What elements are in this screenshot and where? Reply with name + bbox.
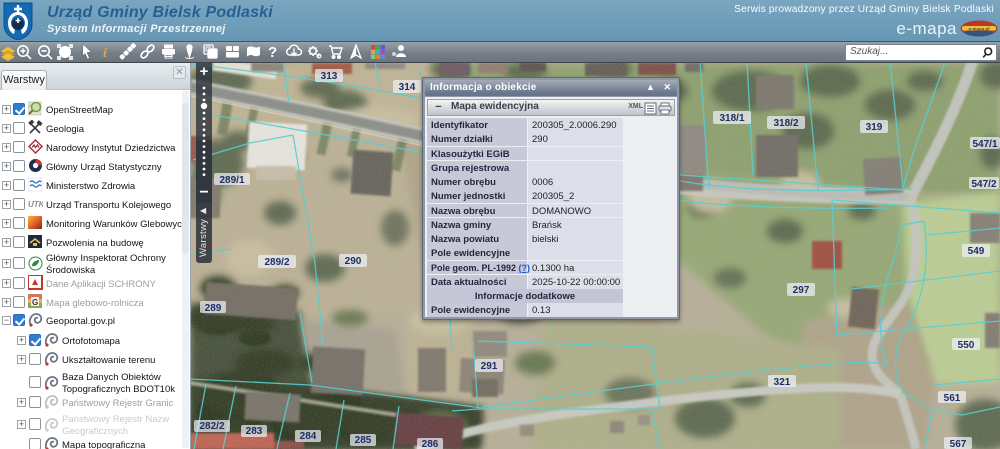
svg-text:547/1: 547/1: [972, 139, 997, 150]
svg-text:?: ?: [268, 44, 277, 61]
svg-text:318/1: 318/1: [719, 113, 744, 124]
svg-text:289/1: 289/1: [219, 175, 244, 186]
svg-text:318/2: 318/2: [773, 118, 798, 129]
svg-text:547/2: 547/2: [971, 179, 996, 190]
svg-text:G: G: [32, 298, 38, 307]
svg-text:550: 550: [958, 340, 975, 351]
svg-text:e-mapa.pl: e-mapa.pl: [968, 26, 989, 31]
svg-text:549: 549: [968, 246, 985, 257]
svg-text:282/2: 282/2: [199, 421, 224, 432]
svg-text:314: 314: [399, 82, 416, 93]
svg-text:285: 285: [355, 435, 372, 446]
svg-text:313: 313: [321, 71, 338, 82]
svg-text:284: 284: [300, 431, 317, 442]
svg-text:297: 297: [793, 285, 810, 296]
svg-text:291: 291: [481, 361, 498, 372]
svg-text:290: 290: [345, 256, 362, 267]
svg-text:561: 561: [944, 393, 961, 404]
svg-text:+: +: [318, 54, 321, 60]
svg-text:289/2: 289/2: [264, 257, 289, 268]
svg-text:i: i: [103, 46, 107, 61]
svg-text:UTK: UTK: [28, 200, 43, 209]
svg-text:286: 286: [422, 439, 439, 449]
svg-text:321: 321: [774, 377, 791, 388]
svg-text:289: 289: [205, 303, 222, 314]
svg-text:283: 283: [246, 426, 263, 437]
svg-text:567: 567: [950, 439, 967, 449]
svg-text:319: 319: [866, 122, 883, 133]
